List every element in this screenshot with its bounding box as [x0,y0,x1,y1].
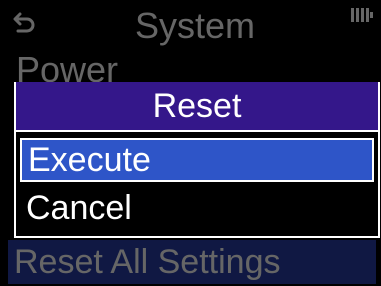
execute-option[interactable]: Execute [20,138,374,182]
device-screen: System Power Reset All Settings Reset Ex… [0,0,381,286]
page-title: System [134,5,256,46]
dialog-title: Reset [16,82,378,132]
cancel-option[interactable]: Cancel [20,186,374,230]
menu-item-reset-all-settings[interactable]: Reset All Settings [8,240,376,284]
battery-icon [351,8,373,22]
header-bar: System [0,0,381,48]
reset-dialog: Reset Execute Cancel [14,82,380,238]
back-arrow-icon[interactable] [10,10,36,36]
